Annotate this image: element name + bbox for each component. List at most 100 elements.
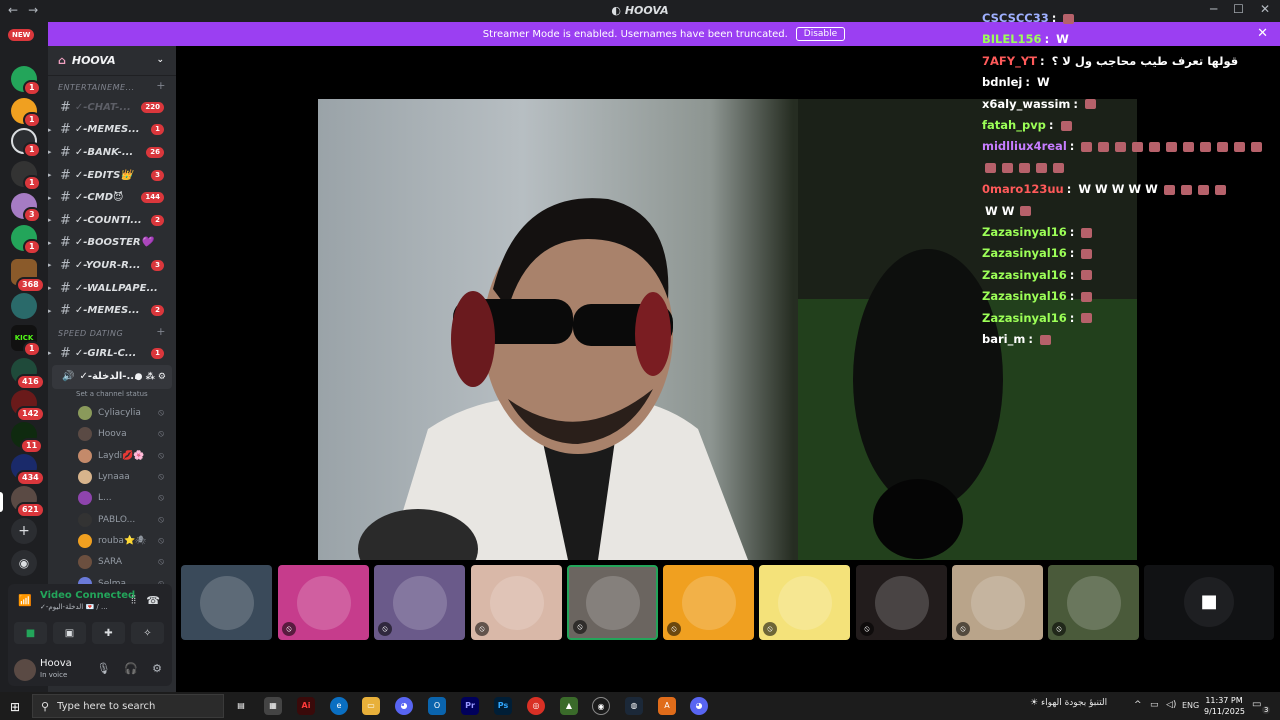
avatar (78, 448, 92, 463)
outlook-icon[interactable]: O (428, 697, 446, 715)
emote-icon (1019, 163, 1030, 174)
server-badge: 11 (20, 438, 44, 454)
volume-icon[interactable]: ◁) (1166, 700, 1176, 710)
discord-ptb-icon[interactable]: ◕ (690, 697, 708, 715)
task-view-icon[interactable]: ▤ (232, 697, 250, 715)
channel-item[interactable]: ▸ # ✓-BOOSTER💜 (48, 232, 176, 255)
chat-username: Zazasinyal16 (982, 267, 1067, 282)
participant-tile[interactable]: ⦸ (471, 565, 562, 640)
app-icon[interactable]: ▲ (560, 697, 578, 715)
channel-item[interactable]: ▸ # ✓-COUNTI... 2 (48, 209, 176, 232)
discover-icon[interactable]: ◉ (11, 550, 37, 576)
illustrator-icon[interactable]: Ai (297, 697, 315, 715)
emote-icon (1115, 141, 1127, 152)
voice-channel[interactable]: 🔊 ✓-الدخلة-... ● ⁂ ⚙ (52, 364, 172, 389)
noise-suppression-icon[interactable]: ⦙⦙ (131, 593, 136, 607)
channel-status[interactable]: Set a channel status (48, 389, 176, 403)
server-header[interactable]: ⌂ HOOVA ⌄ (48, 46, 176, 76)
network-icon[interactable]: ▭ (1150, 700, 1159, 710)
chat-message: midlliux4real: (982, 136, 1272, 157)
video-camera-icon[interactable]: ■ (1184, 577, 1234, 627)
microphone-icon[interactable]: 🎙 (96, 662, 110, 675)
disable-button[interactable]: Disable (795, 27, 846, 41)
gear-icon[interactable]: ⚙ (152, 662, 162, 675)
participant-tile[interactable]: ⦸ (759, 565, 850, 640)
participant-tile[interactable]: ⦸ (567, 565, 658, 640)
voice-user[interactable]: Hoova ⦸ (48, 424, 176, 445)
channel-item[interactable]: # ✓-CHAT-... 220 (48, 96, 176, 119)
weather-text: التنبؤ بجودة الهواء (1040, 698, 1108, 708)
server-icon[interactable] (11, 293, 37, 319)
photoshop-icon[interactable]: Ps (494, 697, 512, 715)
camera-tile[interactable]: ■ (1144, 565, 1274, 640)
add-channel-icon[interactable]: + (156, 322, 166, 342)
participant-tile[interactable]: ⦸ (278, 565, 369, 640)
chat-text: W (1036, 75, 1050, 90)
discord-taskbar-icon[interactable]: ◕ (395, 697, 413, 715)
channel-item[interactable]: ▸ # ✓-GIRL-C... 1 (48, 342, 176, 365)
notification-icon[interactable]: ▭ (1252, 699, 1261, 710)
channel-category[interactable]: SPEED DATING + (48, 322, 176, 342)
voice-user[interactable]: Cyliacylia ⦸ (48, 403, 176, 424)
premiere-icon[interactable]: Pr (461, 697, 479, 715)
muted-icon: ⦸ (158, 450, 164, 461)
channel-item[interactable]: ▸ # ✓-EDITS👑 3 (48, 164, 176, 187)
voice-user[interactable]: SARA ⦸ (48, 552, 176, 573)
taskbar-search[interactable]: ⚲ Type here to search (32, 694, 224, 718)
participant-tile[interactable] (181, 565, 272, 640)
channel-item[interactable]: ▸ # ✓-YOUR-R... 3 (48, 254, 176, 277)
voice-user[interactable]: Lynaaa ⦸ (48, 466, 176, 487)
add-channel-icon[interactable]: + (156, 76, 166, 96)
edge-icon[interactable]: e (330, 697, 348, 715)
channel-item[interactable]: ▸ # ✓-WALLPAPE... (48, 277, 176, 300)
avatar[interactable] (14, 659, 36, 681)
language-indicator[interactable]: ENG (1182, 701, 1199, 710)
channel-item[interactable]: ▸ # ✓-CMD😈 144 (48, 186, 176, 209)
obs-icon[interactable]: ◉ (592, 697, 610, 715)
participant-tile[interactable]: ⦸ (1048, 565, 1139, 640)
server-badge: 1 (23, 239, 41, 255)
chat-bubble-icon[interactable]: ● (135, 372, 143, 382)
hash-icon: # (60, 122, 71, 138)
emote-icon (985, 163, 996, 174)
mention-badge: 2 (151, 305, 164, 317)
clock[interactable]: 11:37 PM 9/11/2025 (1204, 695, 1245, 717)
tray-chevron-icon[interactable]: ^ (1134, 700, 1142, 710)
emote-icon (1166, 141, 1178, 152)
chat-text: W (1056, 32, 1069, 47)
channel-item[interactable]: ▸ # ✓-BANK-... 26 (48, 141, 176, 164)
channel-category[interactable]: ENTERTAINEME... + (48, 76, 176, 96)
headphones-icon[interactable]: 🎧 (124, 662, 138, 675)
voice-user[interactable]: rouba⭐🕷 ⦸ (48, 530, 176, 551)
participant-tile[interactable]: ⦸ (856, 565, 947, 640)
voice-user[interactable]: L... ⦸ (48, 488, 176, 509)
file-explorer-icon[interactable]: ▭ (362, 697, 380, 715)
screen-share-button[interactable]: ▣ (53, 622, 86, 644)
chrome-icon[interactable]: ◎ (527, 697, 545, 715)
voice-user[interactable]: PABLO... ⦸ (48, 509, 176, 530)
voice-channel-name[interactable]: ✓-الدخلة-اليوم 💌 / ... (40, 603, 108, 611)
camera-button[interactable]: ■ (14, 622, 47, 644)
channel-name: ✓-BANK-... (74, 146, 134, 158)
voice-user[interactable]: Laydi💋🌸 ⦸ (48, 445, 176, 466)
invite-icon[interactable]: ⁂ (146, 372, 155, 382)
activity-button[interactable]: ✚ (92, 622, 125, 644)
channel-item[interactable]: ▸ # ✓-MEMES... 2 (48, 299, 176, 322)
voice-status[interactable]: Video Connected (40, 590, 135, 601)
disconnect-icon[interactable]: ☎ (146, 594, 160, 607)
gear-icon[interactable]: ⚙ (158, 372, 166, 382)
channel-item[interactable]: ▸ # ✓-MEMES... 1 (48, 119, 176, 142)
avatar (970, 575, 1025, 630)
participant-tile[interactable]: ⦸ (374, 565, 465, 640)
soundboard-button[interactable]: ✧ (131, 622, 164, 644)
add-server-icon[interactable]: + (11, 518, 37, 544)
app-icon[interactable]: A (658, 697, 676, 715)
windows-start-icon[interactable]: ⊞ (10, 700, 20, 714)
mention-badge: 220 (141, 101, 164, 113)
participant-tile[interactable]: ⦸ (952, 565, 1043, 640)
store-icon[interactable]: ▦ (264, 697, 282, 715)
server-badge: 1 (23, 142, 41, 158)
weather-widget[interactable]: ☀ التنبؤ بجودة الهواء (1030, 698, 1107, 708)
steam-icon[interactable]: ◍ (625, 697, 643, 715)
participant-tile[interactable]: ⦸ (663, 565, 754, 640)
